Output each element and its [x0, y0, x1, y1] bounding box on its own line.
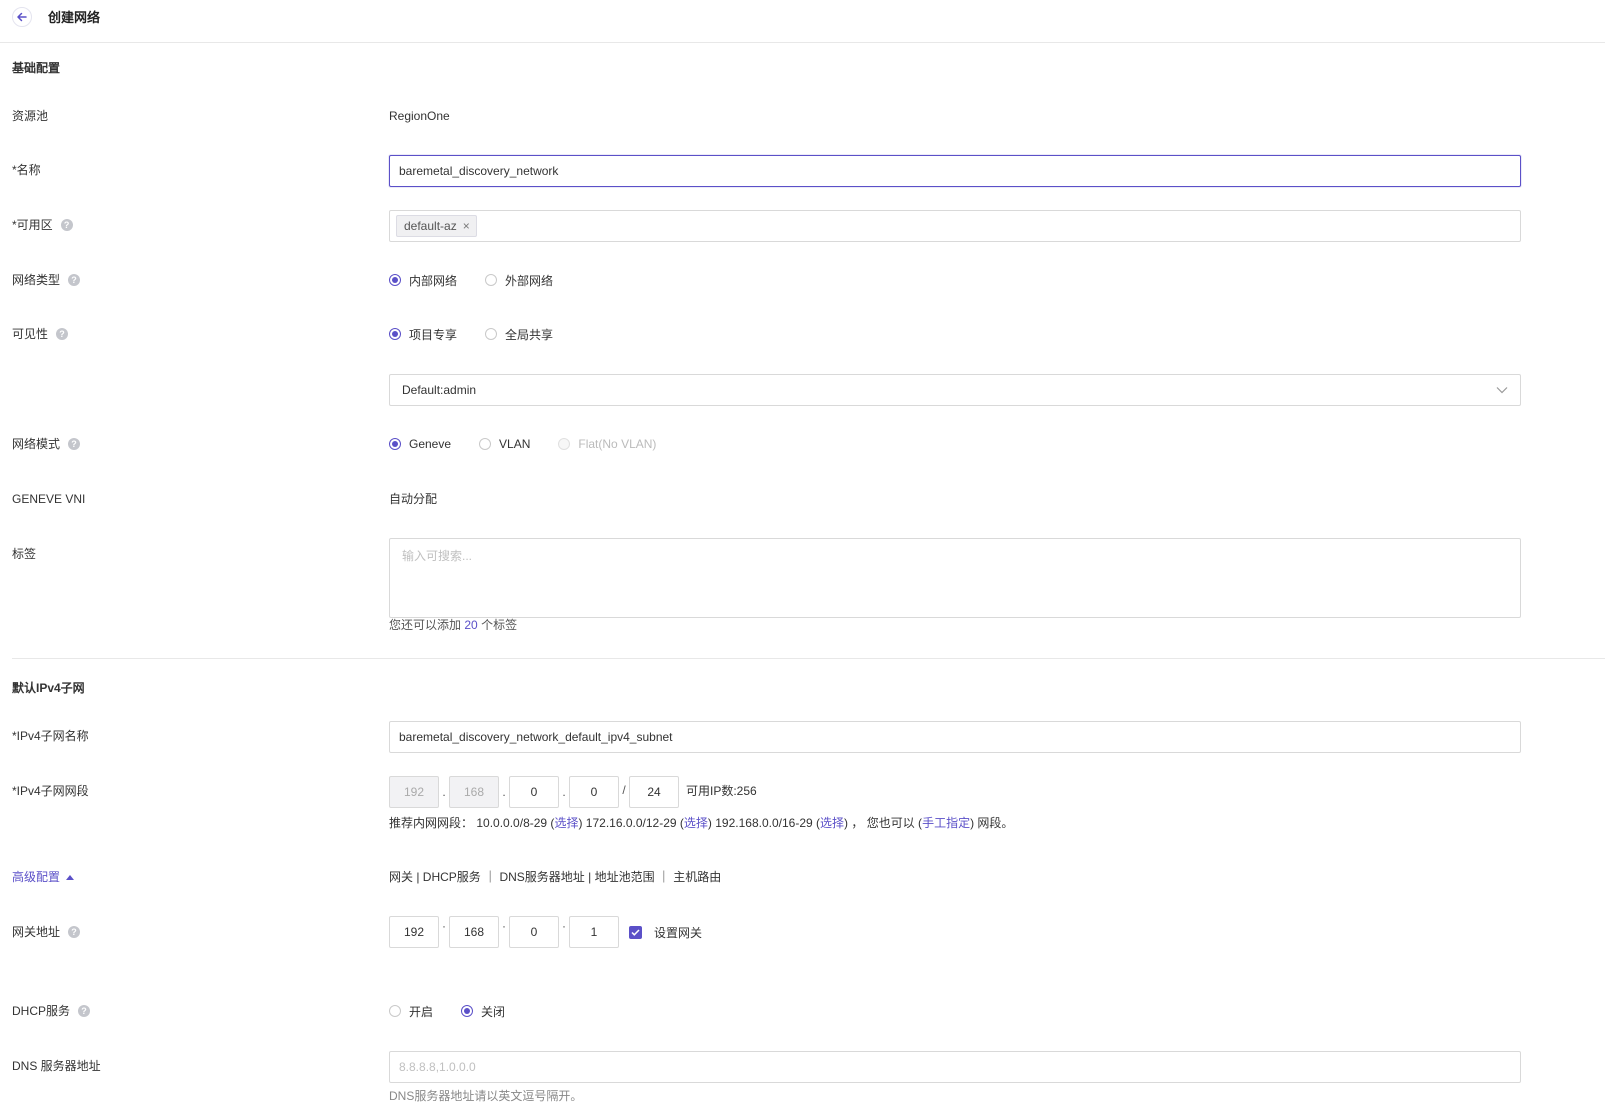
cidr-octet-2: 168 [449, 776, 499, 808]
name-input[interactable] [399, 164, 1511, 178]
close-icon[interactable]: × [463, 219, 470, 233]
zone-tag: default-az × [396, 215, 477, 237]
radio-internal-network[interactable]: 内部网络 [389, 272, 457, 289]
name-label: *名称 [12, 163, 41, 177]
dot-separator: . [442, 785, 446, 799]
dhcp-radio-group: 开启 关闭 [389, 1003, 533, 1019]
checkmark-icon [629, 926, 642, 939]
cidr-octet-4[interactable]: 0 [569, 776, 619, 808]
radio-flat: Flat(No VLAN) [558, 437, 656, 451]
manual-specify-link[interactable]: 手工指定 [922, 816, 970, 830]
set-gateway-checkbox[interactable]: 设置网关 [629, 924, 702, 941]
radio-global-shared[interactable]: 全局共享 [485, 326, 553, 343]
section-title-subnet: 默认IPv4子网 [12, 681, 85, 695]
question-icon[interactable]: ? [60, 219, 73, 231]
network-mode-label: 网络模式 ? [12, 436, 81, 452]
cidr-mask[interactable]: 24 [629, 776, 679, 808]
question-icon[interactable]: ? [56, 328, 69, 340]
network-type-radio-group: 内部网络 外部网络 [389, 272, 581, 288]
radio-project-only[interactable]: 项目专享 [389, 326, 457, 343]
network-mode-radio-group: Geneve VLAN Flat(No VLAN) [389, 436, 684, 452]
tags-input[interactable]: 输入可搜索... [389, 538, 1521, 618]
gateway-octet-2[interactable]: 168 [449, 916, 499, 948]
dot-separator: · [502, 919, 506, 933]
availability-zone-select[interactable]: default-az × [389, 210, 1521, 242]
visibility-label: 可见性 ? [12, 326, 69, 342]
dns-label: DNS 服务器地址 [12, 1059, 101, 1073]
radio-dhcp-off[interactable]: 关闭 [461, 1003, 505, 1020]
caret-up-icon [66, 874, 75, 880]
subnet-name-field[interactable] [389, 721, 1521, 753]
tags-label: 标签 [12, 547, 37, 561]
cidr-octet-1: 192 [389, 776, 439, 808]
advanced-summary: 网关 | DHCP服务 ｜ DNS服务器地址 | 地址池范围 ｜ 主机路由 [389, 870, 722, 884]
geneve-vni-value: 自动分配 [389, 492, 438, 506]
advanced-config-toggle[interactable]: 高级配置 [12, 869, 75, 885]
dns-input[interactable] [399, 1060, 1511, 1074]
select-link-1[interactable]: 选择 [554, 816, 578, 830]
geneve-vni-label: GENEVE VNI [12, 492, 86, 506]
dns-hint: DNS服务器地址请以英文逗号隔开。 [389, 1089, 583, 1103]
dns-field[interactable] [389, 1051, 1521, 1083]
gateway-octet-4[interactable]: 1 [569, 916, 619, 948]
slash-separator: / [622, 783, 626, 797]
cidr-octet-3[interactable]: 0 [509, 776, 559, 808]
available-ip-count: 可用IP数:256 [686, 784, 757, 798]
section-divider [12, 658, 1605, 659]
subnet-cidr-label: *IPv4子网网段 [12, 784, 89, 798]
visibility-radio-group: 项目专享 全局共享 [389, 326, 581, 342]
dot-separator: . [562, 785, 566, 799]
dot-separator: · [562, 919, 566, 933]
chevron-down-icon [1496, 387, 1508, 394]
dhcp-label: DHCP服务 ? [12, 1003, 91, 1019]
radio-external-network[interactable]: 外部网络 [485, 272, 553, 289]
radio-geneve[interactable]: Geneve [389, 437, 451, 451]
radio-vlan[interactable]: VLAN [479, 437, 530, 451]
page-header: 创建网络 [0, 0, 1605, 43]
section-title-basic: 基础配置 [12, 61, 61, 75]
dot-separator: . [502, 785, 506, 799]
resource-pool-label: 资源池 [12, 109, 49, 123]
gateway-octet-1[interactable]: 192 [389, 916, 439, 948]
select-link-2[interactable]: 选择 [684, 816, 708, 830]
dot-separator: · [442, 919, 446, 933]
project-select[interactable]: Default:admin [389, 374, 1521, 406]
network-type-label: 网络类型 ? [12, 272, 81, 288]
back-button[interactable] [12, 7, 32, 27]
arrow-left-icon [17, 12, 27, 22]
tags-remaining-count: 20 [464, 618, 478, 632]
resource-pool-value: RegionOne [389, 109, 450, 123]
page-title: 创建网络 [48, 10, 101, 25]
question-icon[interactable]: ? [68, 274, 81, 286]
name-field[interactable] [389, 155, 1521, 187]
radio-dhcp-on[interactable]: 开启 [389, 1003, 433, 1020]
subnet-name-label: *IPv4子网名称 [12, 729, 89, 743]
tags-hint: 您还可以添加 20 个标签 [389, 618, 518, 632]
select-link-3[interactable]: 选择 [820, 816, 844, 830]
recommend-hint: 推荐内网网段： 10.0.0.0/8-29 (选择) 172.16.0.0/12… [389, 816, 1014, 830]
availability-zone-label: *可用区 ? [12, 217, 73, 233]
question-icon[interactable]: ? [78, 1005, 91, 1017]
question-icon[interactable]: ? [68, 438, 81, 450]
question-icon[interactable]: ? [68, 926, 81, 938]
gateway-octet-3[interactable]: 0 [509, 916, 559, 948]
gateway-label: 网关地址 ? [12, 924, 81, 940]
subnet-name-input[interactable] [399, 730, 1511, 744]
